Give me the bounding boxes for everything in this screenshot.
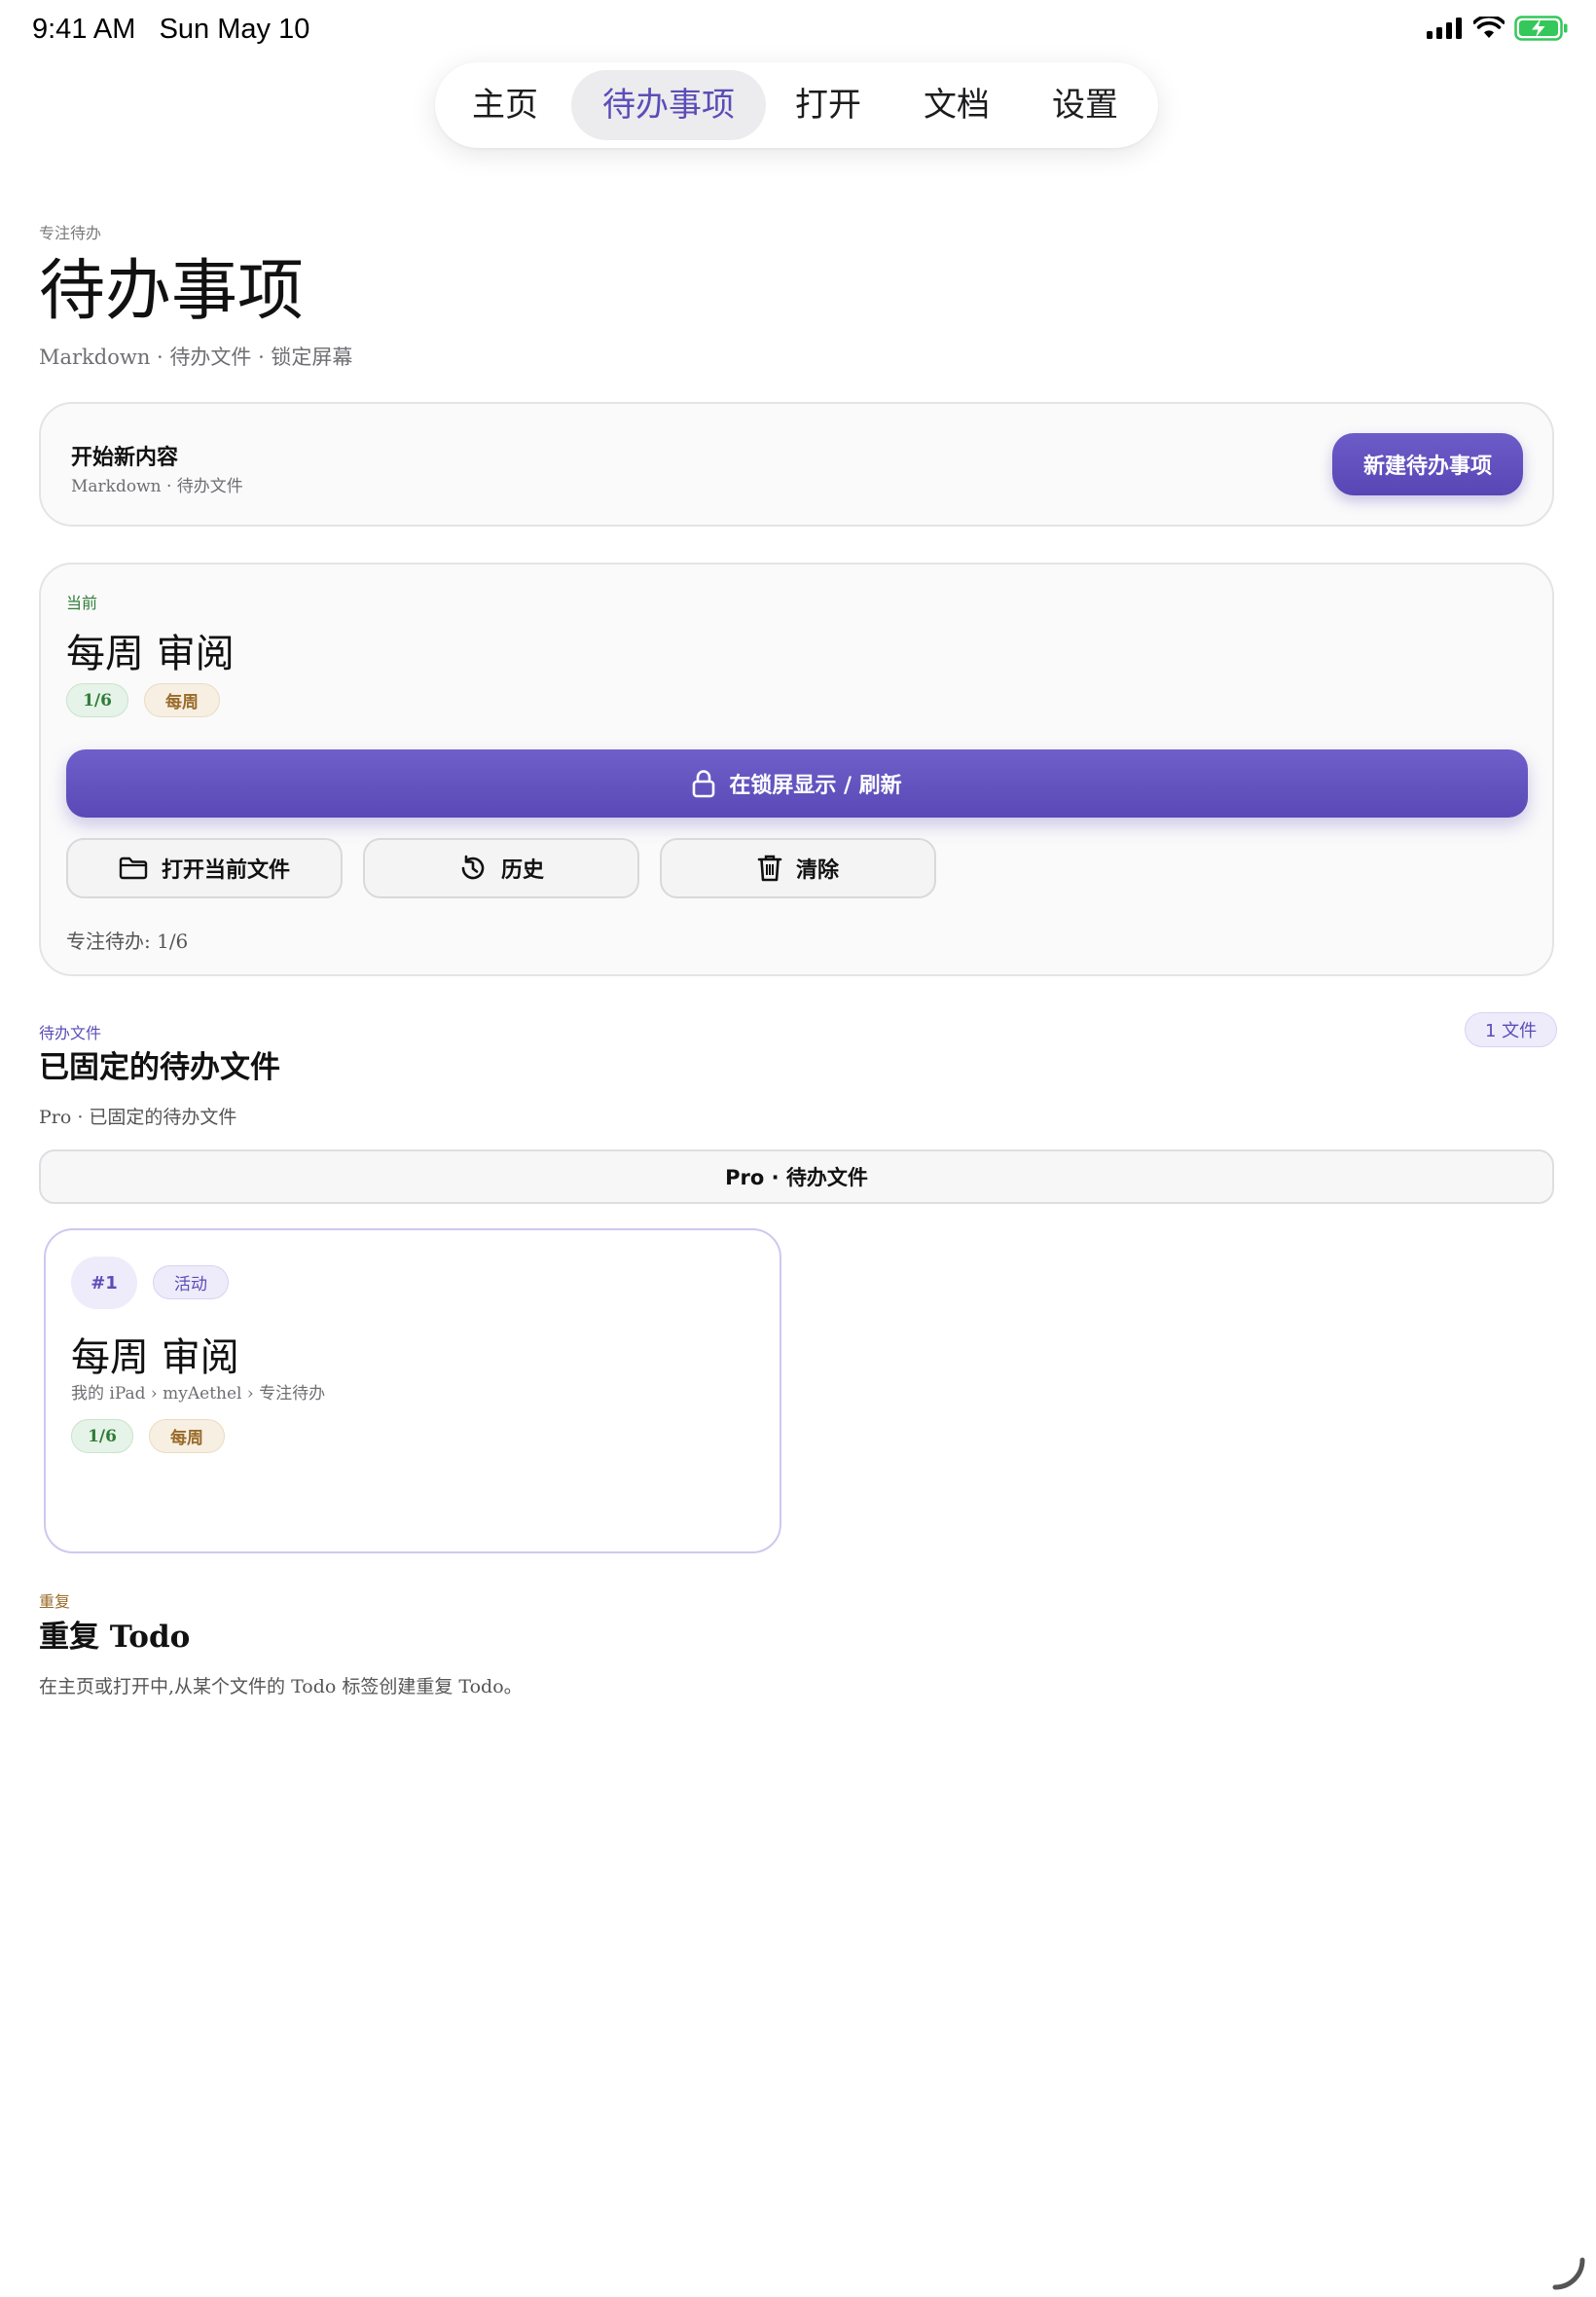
- repeat-section-label: 重复: [39, 1592, 71, 1611]
- pinned-section-subtitle: Pro · 已固定的待办文件: [39, 1107, 237, 1128]
- tab-todos[interactable]: 待办事项: [571, 70, 766, 140]
- repeat-section-title: 重复 Todo: [39, 1620, 191, 1655]
- open-current-file-button[interactable]: 打开当前文件: [66, 838, 343, 898]
- focus-todo-status: 专注待办: 1/6: [66, 930, 189, 953]
- history-button[interactable]: 历史: [363, 838, 639, 898]
- file-count-badge: 1 文件: [1465, 1012, 1558, 1047]
- page-eyebrow: 专注待办: [39, 224, 102, 242]
- page-title: 待办事项: [39, 253, 305, 330]
- status-time: 9:41 AM Sun May 10: [32, 14, 309, 46]
- lock-button-label: 在锁屏显示 / 刷新: [729, 774, 902, 798]
- start-new-subtitle: Markdown · 待办文件: [71, 477, 243, 496]
- file-number-badge: #1: [71, 1257, 137, 1309]
- pinned-section-title: 已固定的待办文件: [39, 1050, 280, 1085]
- status-icons: [1427, 16, 1569, 41]
- file-status-chip: 活动: [153, 1265, 229, 1299]
- current-label: 当前: [66, 594, 98, 612]
- tab-home[interactable]: 主页: [456, 70, 554, 140]
- start-new-title: 开始新内容: [71, 446, 179, 470]
- pro-todo-files-bar[interactable]: Pro · 待办文件: [39, 1149, 1554, 1204]
- status-date-value: Sun May 10: [159, 14, 310, 45]
- pinned-section-label: 待办文件: [39, 1024, 102, 1042]
- open-current-file-label: 打开当前文件: [161, 858, 290, 883]
- lock-icon: [693, 770, 715, 798]
- page-subtitle: Markdown · 待办文件 · 锁定屏幕: [39, 346, 353, 369]
- tab-settings[interactable]: 设置: [1038, 70, 1132, 140]
- file-recurrence-chip: 每周: [149, 1419, 225, 1453]
- file-progress-chip: 1/6: [71, 1419, 133, 1453]
- history-label: 历史: [500, 858, 544, 883]
- corner-grabber-icon: [1552, 2257, 1585, 2290]
- trash-icon: [757, 855, 782, 882]
- wifi-icon: [1473, 17, 1505, 38]
- current-todo-title: 每周 审阅: [66, 632, 235, 676]
- battery-charging-icon: [1514, 16, 1568, 41]
- top-tab-bar: 主页 待办事项 打开 文档 设置: [435, 62, 1158, 148]
- new-todo-button[interactable]: 新建待办事项: [1332, 433, 1523, 495]
- recurrence-chip: 每周: [144, 683, 220, 717]
- status-time-value: 9:41 AM: [32, 14, 136, 45]
- file-title: 每周 审阅: [71, 1335, 239, 1380]
- tab-open[interactable]: 打开: [781, 70, 875, 140]
- start-new-card: 开始新内容 Markdown · 待办文件 新建待办事项: [39, 402, 1554, 527]
- clear-button[interactable]: 清除: [660, 838, 936, 898]
- tab-docs[interactable]: 文档: [910, 70, 1003, 140]
- clear-label: 清除: [795, 858, 839, 883]
- folder-icon: [119, 857, 148, 880]
- cellular-signal-icon: [1427, 18, 1462, 39]
- status-bar: 9:41 AM Sun May 10: [0, 0, 1596, 62]
- show-on-lock-screen-button[interactable]: 在锁屏显示 / 刷新: [66, 749, 1528, 818]
- file-path: 我的 iPad › myAethel › 专注待办: [71, 1384, 326, 1404]
- current-todo-card: 当前 每周 审阅 1/6 每周 在锁屏显示 / 刷新 打开当前文件 历史 清除 …: [39, 563, 1554, 976]
- repeat-section-description: 在主页或打开中,从某个文件的 Todo 标签创建重复 Todo。: [39, 1676, 523, 1697]
- progress-chip: 1/6: [66, 683, 128, 717]
- history-icon: [461, 855, 485, 880]
- pinned-file-card[interactable]: #1 活动 每周 审阅 我的 iPad › myAethel › 专注待办 1/…: [44, 1228, 781, 1553]
